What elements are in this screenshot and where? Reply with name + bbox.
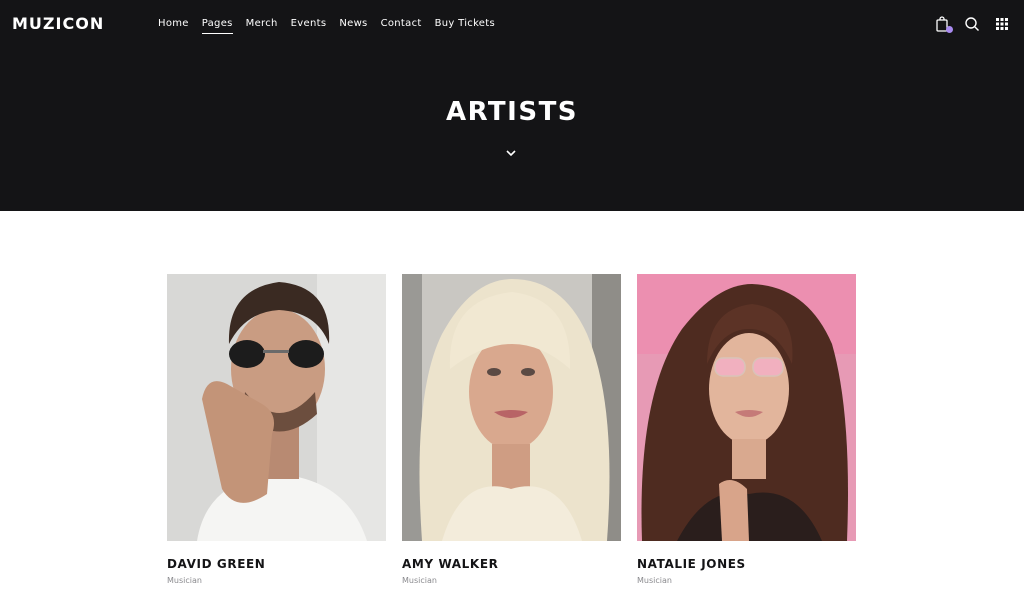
artist-photo[interactable] xyxy=(637,274,856,541)
nav-item-events[interactable]: Events xyxy=(291,18,327,33)
nav-item-news[interactable]: News xyxy=(339,18,367,33)
page-header: MUZICON Home Pages Merch Events News Con… xyxy=(0,0,1024,211)
artist-role: Musician xyxy=(167,576,202,585)
nav-item-merch[interactable]: Merch xyxy=(246,18,278,33)
artist-card: DAVID GREEN Musician xyxy=(167,274,386,586)
main-nav: Home Pages Merch Events News Contact Buy… xyxy=(158,18,495,34)
artists-grid: DAVID GREEN Musician AMY WALKER Musician xyxy=(167,274,856,586)
page-title: ARTISTS xyxy=(445,97,579,127)
artist-role: Musician xyxy=(402,576,437,585)
artist-card: NATALIE JONES Musician xyxy=(637,274,856,586)
grid-menu-icon[interactable] xyxy=(994,16,1010,32)
chevron-down-icon[interactable] xyxy=(505,147,517,159)
nav-item-pages[interactable]: Pages xyxy=(201,18,233,34)
artist-name[interactable]: AMY WALKER xyxy=(402,557,621,572)
artist-name[interactable]: NATALIE JONES xyxy=(637,557,856,572)
artist-photo[interactable] xyxy=(402,274,621,541)
search-icon[interactable] xyxy=(964,16,980,32)
artist-role: Musician xyxy=(637,576,672,585)
nav-item-contact[interactable]: Contact xyxy=(381,18,422,33)
site-logo[interactable]: MUZICON xyxy=(12,14,104,34)
artist-name[interactable]: DAVID GREEN xyxy=(167,557,386,572)
cart-badge xyxy=(946,26,953,33)
header-icons xyxy=(934,16,1010,33)
cart-icon[interactable] xyxy=(934,16,953,33)
artist-photo[interactable] xyxy=(167,274,386,541)
nav-item-home[interactable]: Home xyxy=(158,18,189,33)
artist-card: AMY WALKER Musician xyxy=(402,274,621,586)
nav-item-buy-tickets[interactable]: Buy Tickets xyxy=(435,18,495,33)
